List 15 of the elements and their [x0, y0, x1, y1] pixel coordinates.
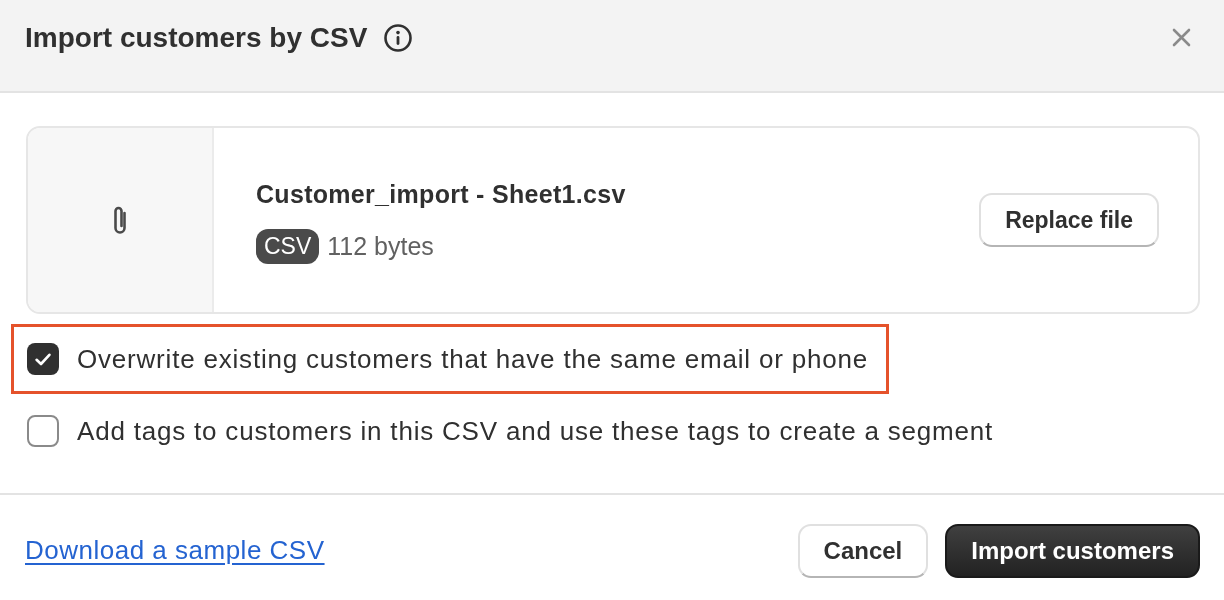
file-type-badge: CSV: [256, 229, 320, 264]
checkbox[interactable]: [27, 415, 59, 447]
dialog-title: Import customers by CSV: [25, 23, 368, 52]
cancel-button[interactable]: Cancel: [797, 523, 929, 578]
check-icon: [35, 352, 51, 366]
close-icon[interactable]: [1172, 28, 1191, 47]
checkbox[interactable]: [27, 343, 59, 375]
checkbox-label[interactable]: Add tags to customers in this CSV and use these tags to create a segment: [77, 416, 994, 446]
file-size: 112 bytes: [327, 234, 434, 259]
info-icon[interactable]: [384, 23, 413, 52]
file-name: Customer_import - Sheet1.csv: [256, 182, 626, 207]
import-customers-button[interactable]: Import customers: [945, 523, 1200, 578]
replace-file-button[interactable]: Replace file: [979, 193, 1159, 247]
download-sample-link[interactable]: Download a sample CSV: [25, 531, 325, 570]
checkbox-label[interactable]: Overwrite existing customers that have the same email or phone: [77, 344, 868, 374]
